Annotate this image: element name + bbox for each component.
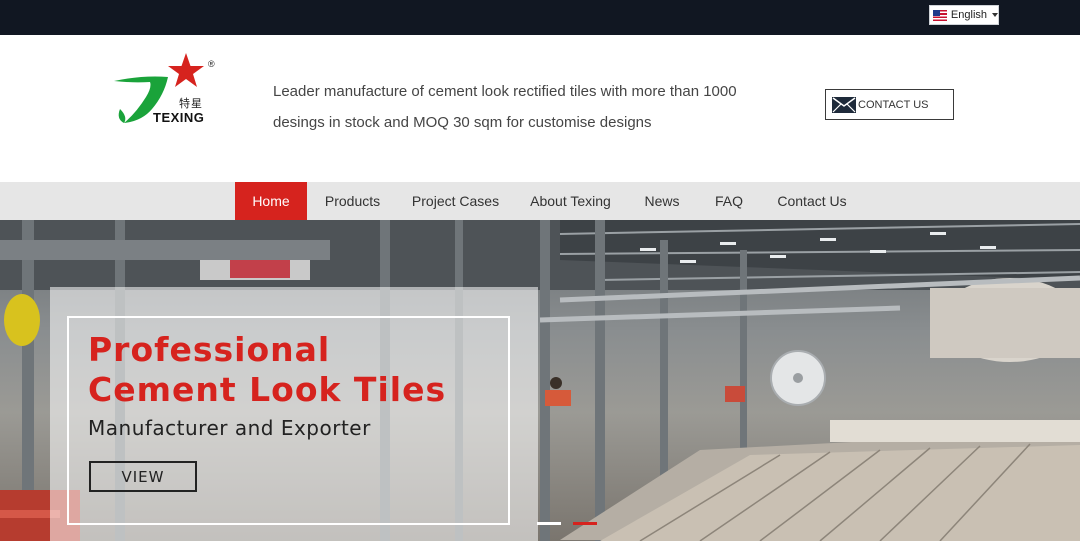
nav-item-news[interactable]: News <box>635 182 689 220</box>
tagline-line-2: desings in stock and MOQ 30 sqm for cust… <box>273 114 652 131</box>
contact-us-button[interactable]: CONTACT US <box>825 89 954 120</box>
us-flag-icon <box>933 9 947 21</box>
hero-title-line-2: Cement Look Tiles <box>88 370 447 409</box>
contact-us-label: CONTACT US <box>858 98 929 111</box>
nav-item-faq[interactable]: FAQ <box>705 182 753 220</box>
language-selector[interactable]: English <box>929 5 999 25</box>
hero-title-line-1: Professional <box>88 330 331 369</box>
top-bar: English <box>0 0 1080 35</box>
tagline-line-1: Leader manufacture of cement look rectif… <box>273 83 737 100</box>
tagline: Leader manufacture of cement look rectif… <box>273 76 773 138</box>
hero-subtitle: Manufacturer and Exporter <box>88 416 371 440</box>
logo-chinese-name: 特星 <box>179 97 203 110</box>
hero-banner: Professional Cement Look Tiles Manufactu… <box>0 220 1080 541</box>
nav-item-about-texing[interactable]: About Texing <box>522 182 619 220</box>
slide-dot-1[interactable] <box>537 522 561 525</box>
view-button[interactable]: VIEW <box>89 461 197 492</box>
logo-brand-name: TEXING <box>153 110 205 125</box>
site-header: ® 特星 TEXING Leader manufacture of cement… <box>0 35 1080 182</box>
registered-mark: ® <box>208 59 215 69</box>
nav-item-contact-us[interactable]: Contact Us <box>769 182 855 220</box>
nav-item-home[interactable]: Home <box>235 182 307 220</box>
texing-logo[interactable]: ® 特星 TEXING <box>112 51 222 131</box>
nav-item-products[interactable]: Products <box>315 182 390 220</box>
caret-down-icon <box>992 13 998 17</box>
slide-dot-2[interactable] <box>573 522 597 525</box>
main-nav: Home Products Project Cases About Texing… <box>0 182 1080 220</box>
mail-icon <box>832 96 856 113</box>
nav-item-project-cases[interactable]: Project Cases <box>405 182 506 220</box>
language-label: English <box>950 9 987 21</box>
